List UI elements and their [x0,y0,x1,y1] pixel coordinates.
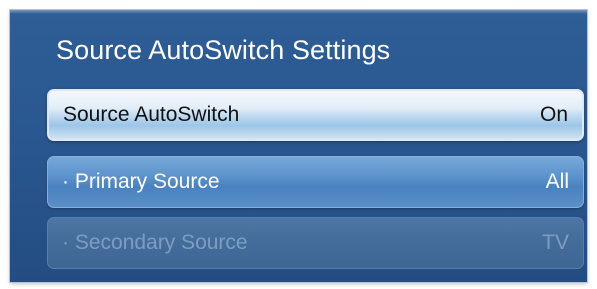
menu-item-label: Source AutoSwitch [63,103,240,126]
menu-item-primary-source[interactable]: · Primary Source All [47,156,584,208]
menu-item-value: On [539,103,568,126]
menu-item-label: · Secondary Source [62,231,248,254]
settings-dialog: Source AutoSwitch Settings Source AutoSw… [10,10,587,282]
menu-item-source-autoswitch[interactable]: Source AutoSwitch On [47,89,584,141]
menu-item-label: · Primary Source [62,170,220,193]
dialog-title: Source AutoSwitch Settings [56,35,391,65]
menu-item-value: All [545,170,569,193]
menu-item-secondary-source: · Secondary Source TV [47,217,584,269]
menu-item-value: TV [542,231,569,254]
